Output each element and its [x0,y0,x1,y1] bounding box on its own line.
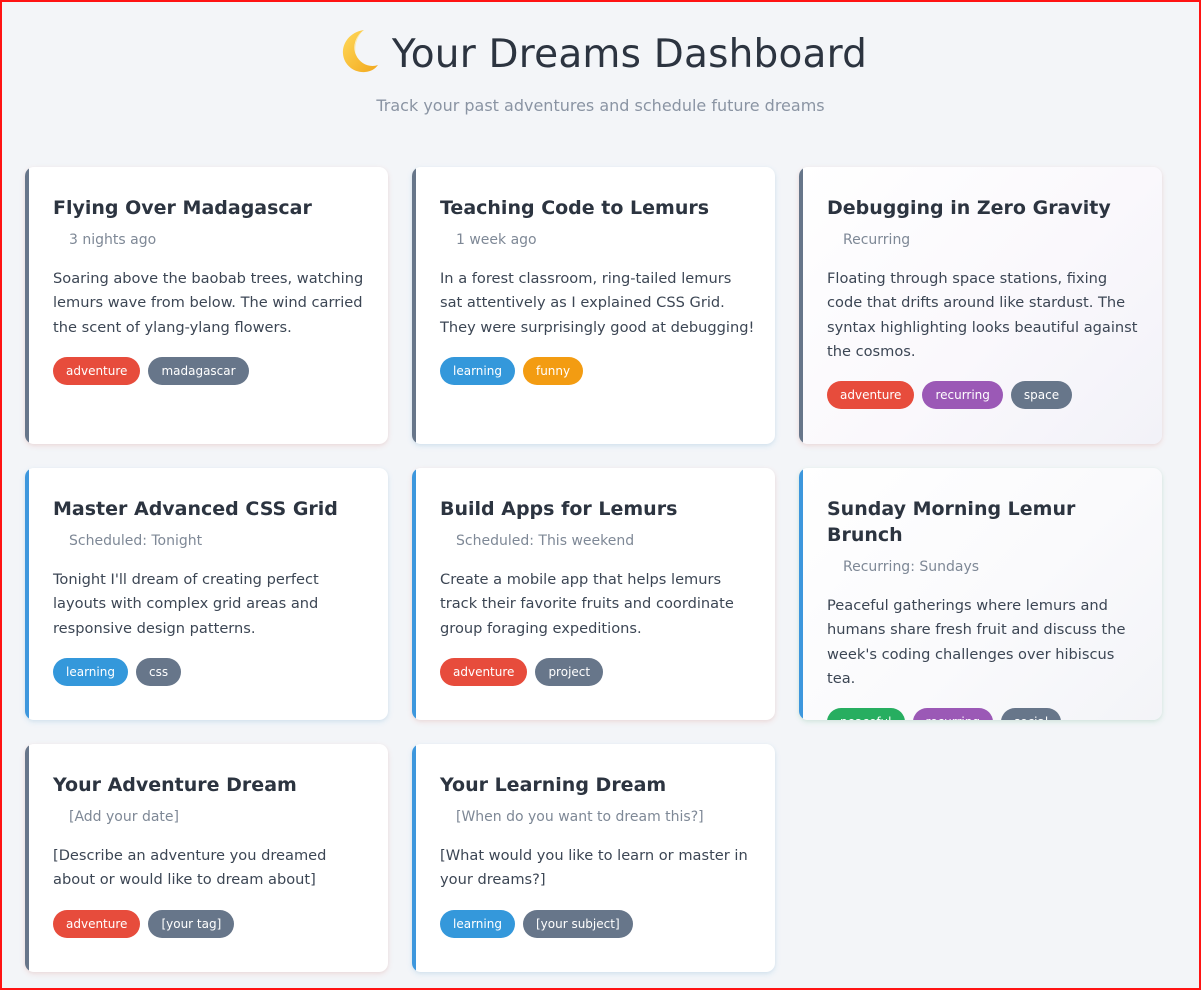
dream-tags: learning css [53,657,368,686]
tag-peaceful[interactable]: peaceful [827,708,905,720]
dream-card-template[interactable]: Your Adventure Dream [Add your date] [De… [25,744,388,972]
tag-funny[interactable]: funny [522,356,584,385]
dream-description: Floating through space stations, fixing … [827,270,1138,360]
dream-tags: learning funny [440,356,755,385]
dream-title: Build Apps for Lemurs [440,498,678,520]
dream-date: [When do you want to dream this?] [456,809,704,825]
dream-tags: peaceful recurring social [827,708,1142,720]
tag-adventure[interactable]: adventure [827,381,915,410]
tag-your-subject[interactable]: [your subject] [522,909,633,938]
dream-description: Soaring above the baobab trees, watching… [53,270,364,336]
dream-tags: adventure [your tag] [53,909,368,938]
tag-learning[interactable]: learning [440,909,515,938]
dream-date: Scheduled: Tonight [69,533,203,549]
dream-description: Tonight I'll dream of creating perfect l… [53,571,319,637]
dream-date: 1 week ago [456,232,537,248]
page-header: Your Dreams Dashboard Track your past ad… [0,26,1201,115]
dream-card[interactable]: Teaching Code to Lemurs 1 week ago In a … [412,167,775,444]
tag-adventure[interactable]: adventure [440,657,528,686]
tag-learning[interactable]: learning [53,657,128,686]
dream-title: Master Advanced CSS Grid [53,498,338,520]
dream-cards-grid: Flying Over Madagascar 3 nights ago Soar… [25,167,1162,972]
tag-css[interactable]: css [135,657,182,686]
dream-date: Scheduled: This weekend [456,533,635,549]
tag-adventure[interactable]: adventure [53,909,141,938]
tag-recurring[interactable]: recurring [912,708,993,720]
tag-social[interactable]: social [1000,708,1062,720]
dream-tags: adventure project [440,657,755,686]
tag-learning[interactable]: learning [440,356,515,385]
dream-title: Your Learning Dream [440,774,667,796]
dream-tags: learning [your subject] [440,909,755,938]
dream-date: Recurring: Sundays [843,559,980,575]
dream-card[interactable]: Master Advanced CSS Grid Scheduled: Toni… [25,468,388,720]
dream-tags: adventure recurring space [827,381,1142,410]
dream-date: 3 nights ago [69,232,157,248]
tag-recurring[interactable]: recurring [922,381,1003,410]
tag-madagascar[interactable]: madagascar [148,356,249,385]
dream-card[interactable]: Flying Over Madagascar 3 nights ago Soar… [25,167,388,444]
dream-title: Sunday Morning Lemur Brunch [827,498,1076,546]
tag-adventure[interactable]: adventure [53,356,141,385]
dream-title: Teaching Code to Lemurs [440,197,710,219]
tag-space[interactable]: space [1010,381,1073,410]
page-title-text: Your Dreams Dashboard [391,32,868,77]
dream-description: In a forest classroom, ring-tailed lemur… [440,270,755,336]
dream-tags: adventure madagascar [53,356,368,385]
dream-title: Your Adventure Dream [53,774,297,796]
tag-your-tag[interactable]: [your tag] [148,909,235,938]
dream-card[interactable]: Debugging in Zero Gravity Recurring Floa… [799,167,1162,444]
dream-description: Peaceful gatherings where lemurs and hum… [827,597,1126,687]
dream-date: [Add your date] [69,809,179,825]
dream-description: Create a mobile app that helps lemurs tr… [440,571,734,637]
page-subtitle: Track your past adventures and schedule … [376,96,825,115]
dream-date: Recurring [843,232,911,248]
dream-title: Debugging in Zero Gravity [827,197,1111,219]
crescent-moon-icon [342,30,378,73]
dream-card[interactable]: Build Apps for Lemurs Scheduled: This we… [412,468,775,720]
dream-title: Flying Over Madagascar [53,197,312,219]
dream-card-template[interactable]: Your Learning Dream [When do you want to… [412,744,775,972]
dream-card[interactable]: Sunday Morning Lemur Brunch Recurring: S… [799,468,1162,720]
dream-description: [What would you like to learn or master … [440,847,748,889]
page-title: Your Dreams Dashboard [0,26,1201,80]
dream-description: [Describe an adventure you dreamed about… [53,847,327,889]
tag-project[interactable]: project [535,657,604,686]
